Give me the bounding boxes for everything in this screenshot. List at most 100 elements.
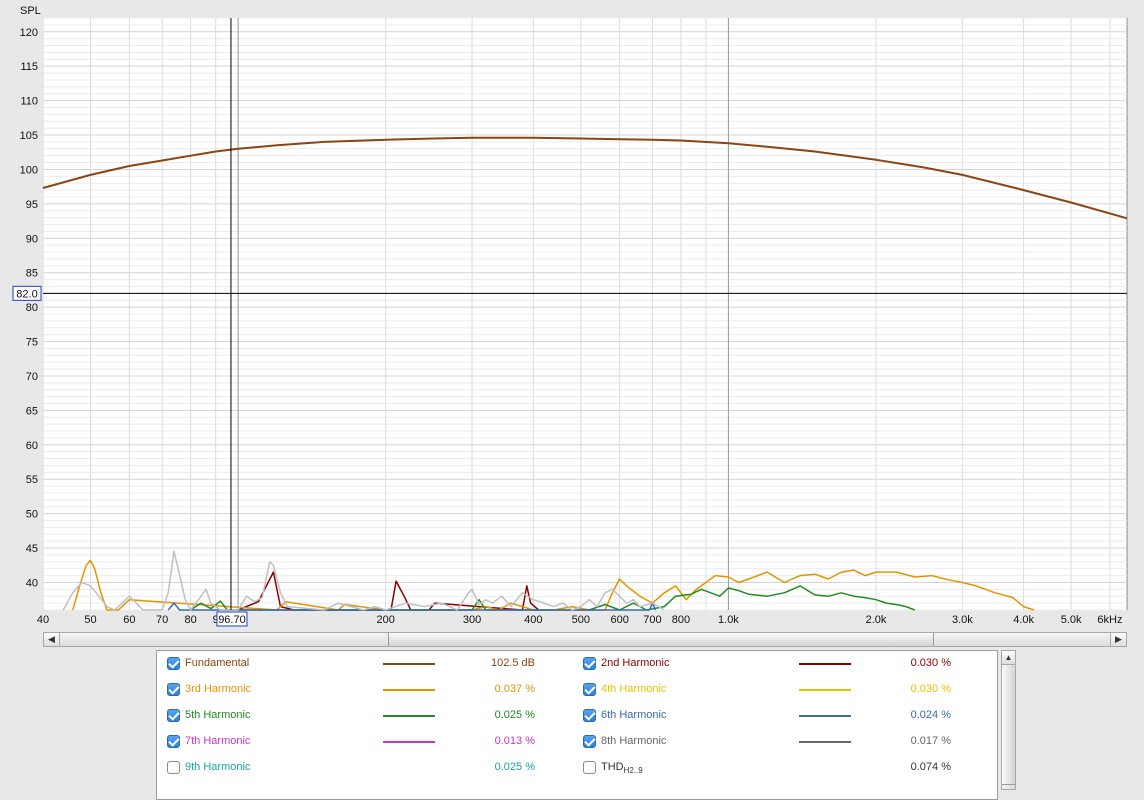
- legend-value-7th-harmonic: 0.013 %: [494, 735, 535, 747]
- y-tick-label: 95: [26, 199, 38, 211]
- x-tick-label: 60: [123, 614, 135, 626]
- cursor-x-readout: 96.70: [218, 614, 246, 626]
- y-tick-label: 60: [26, 440, 38, 452]
- legend-row-3rd-harmonic: 3rd Harmonic 0.037 %: [163, 677, 583, 703]
- y-axis-label: SPL: [20, 5, 41, 17]
- x-tick-label: 800: [672, 614, 690, 626]
- legend-row-5th-harmonic: 5th Harmonic 0.025 %: [163, 703, 583, 729]
- legend-vertical-scrollbar[interactable]: ▲: [1001, 650, 1016, 790]
- legend-name-text: 5th Harmonic: [185, 709, 251, 721]
- legend-name-text: 8th Harmonic: [601, 735, 667, 747]
- legend-swatch-fundamental: [383, 663, 435, 665]
- y-tick-label: 45: [26, 543, 38, 555]
- legend-swatch-3rd-harmonic: [383, 689, 435, 691]
- legend-row-6th-harmonic: 6th Harmonic 0.024 %: [579, 703, 997, 729]
- y-tick-label: 110: [20, 96, 38, 108]
- legend-name-text: 6th Harmonic: [601, 709, 667, 721]
- x-tick-label: 50: [84, 614, 96, 626]
- legend-row-fundamental: Fundamental 102.5 dB: [163, 651, 583, 677]
- x-tick-label: 3.0k: [952, 614, 973, 626]
- legend-checkbox-fundamental[interactable]: [167, 657, 180, 670]
- legend-name-text: 7th Harmonic: [185, 735, 251, 747]
- legend-name-text: 3rd Harmonic: [185, 683, 252, 695]
- legend-checkbox-5th-harmonic[interactable]: [167, 709, 180, 722]
- scroll-right-arrow-icon[interactable]: ▶: [1110, 633, 1126, 646]
- legend-row-9th-harmonic: 9th Harmonic 0.025 %: [163, 755, 583, 781]
- y-tick-label: 120: [20, 27, 38, 39]
- y-tick-label: 90: [26, 233, 38, 245]
- legend-checkbox-4th-harmonic[interactable]: [583, 683, 596, 696]
- legend-checkbox-3rd-harmonic[interactable]: [167, 683, 180, 696]
- x-tick-label: 200: [377, 614, 395, 626]
- plot-area[interactable]: 40 45 50 55 60 65 70 75 80 85 90 95 100 105 110 115 120 4…: [0, 0, 1144, 630]
- y-tick-label: 85: [26, 268, 38, 280]
- y-tick-label: 80: [26, 302, 38, 314]
- y-tick-label: 50: [26, 509, 38, 521]
- legend-name-text: Fundamental: [185, 657, 250, 669]
- x-tick-label: 70: [156, 614, 168, 626]
- y-tick-label: 70: [26, 371, 38, 383]
- legend-checkbox-2nd-harmonic[interactable]: [583, 657, 596, 670]
- legend-name-5th-harmonic: 5th Harmonic: [185, 709, 250, 721]
- x-tick-label: 500: [572, 614, 590, 626]
- legend-row-4th-harmonic: 4th Harmonic 0.030 %: [579, 677, 997, 703]
- legend-name-thd: THDH2..9: [601, 761, 643, 775]
- legend-checkbox-8th-harmonic[interactable]: [583, 735, 596, 748]
- x-tick-label: 4.0k: [1013, 614, 1034, 626]
- x-tick-label: 600: [610, 614, 628, 626]
- horizontal-scroll-thumb[interactable]: [388, 633, 934, 646]
- legend-name-fundamental: Fundamental: [185, 657, 249, 669]
- legend-checkbox-9th-harmonic[interactable]: [167, 761, 180, 774]
- legend-name-text: 2nd Harmonic: [601, 657, 670, 669]
- x-tick-label: 5.0k: [1061, 614, 1082, 626]
- legend-value-thd: 0.074 %: [910, 761, 951, 773]
- legend-value-2nd-harmonic: 0.030 %: [910, 657, 951, 669]
- legend-name-text: 4th Harmonic: [601, 683, 667, 695]
- x-tick-label: 700: [643, 614, 661, 626]
- legend-swatch-2nd-harmonic: [799, 663, 851, 665]
- cursor-y-readout: 82.0: [16, 288, 37, 300]
- legend-checkbox-7th-harmonic[interactable]: [167, 735, 180, 748]
- legend-row-8th-harmonic: 8th Harmonic 0.017 %: [579, 729, 997, 755]
- legend-panel: Fundamental 102.5 dB 2nd Harmonic 0.030 % 3r…: [156, 650, 998, 800]
- legend-value-5th-harmonic: 0.025 %: [494, 709, 535, 721]
- legend-name-text: 9th Harmonic: [185, 761, 251, 773]
- legend-row-thd: THDH2..9 0.074 %: [579, 755, 997, 781]
- legend-name-9th-harmonic: 9th Harmonic: [185, 761, 250, 773]
- y-tick-label: 75: [26, 337, 38, 349]
- legend-swatch-4th-harmonic: [799, 689, 851, 691]
- legend-swatch-8th-harmonic: [799, 741, 851, 743]
- legend-checkbox-6th-harmonic[interactable]: [583, 709, 596, 722]
- scroll-left-arrow-icon[interactable]: ◀: [44, 633, 60, 646]
- x-tick-label: 6kHz: [1097, 614, 1122, 626]
- legend-name-3rd-harmonic: 3rd Harmonic: [185, 683, 251, 695]
- legend-value-9th-harmonic: 0.025 %: [494, 761, 535, 773]
- legend-value-4th-harmonic: 0.030 %: [910, 683, 951, 695]
- x-tick-label: 2.0k: [866, 614, 887, 626]
- y-tick-label: 115: [20, 61, 38, 73]
- legend-checkbox-thd[interactable]: [583, 761, 596, 774]
- x-tick-label: 300: [463, 614, 481, 626]
- y-tick-label: 55: [26, 474, 38, 486]
- y-tick-label: 40: [26, 577, 38, 589]
- vertical-scroll-thumb[interactable]: [1002, 665, 1015, 785]
- x-tick-label: 40: [37, 614, 49, 626]
- y-tick-label: 65: [26, 405, 38, 417]
- harmonic-distortion-chart[interactable]: 40 45 50 55 60 65 70 75 80 85 90 95 100 105 110 115 120 4…: [0, 0, 1144, 630]
- x-tick-label: 1.0k: [718, 614, 739, 626]
- legend-swatch-6th-harmonic: [799, 715, 851, 717]
- legend-value-fundamental: 102.5 dB: [490, 657, 535, 669]
- legend-name-6th-harmonic: 6th Harmonic: [601, 709, 666, 721]
- legend-swatch-5th-harmonic: [383, 715, 435, 717]
- legend-name-subscript: H2..9: [623, 766, 643, 776]
- legend-name-8th-harmonic: 8th Harmonic: [601, 735, 666, 747]
- scroll-up-arrow-icon[interactable]: ▲: [1002, 651, 1015, 665]
- legend-value-8th-harmonic: 0.017 %: [910, 735, 951, 747]
- x-tick-label: 400: [524, 614, 542, 626]
- legend-name-7th-harmonic: 7th Harmonic: [185, 735, 250, 747]
- horizontal-scrollbar[interactable]: ◀ ▶: [43, 632, 1127, 647]
- legend-value-3rd-harmonic: 0.037 %: [494, 683, 535, 695]
- y-tick-label: 100: [20, 164, 38, 176]
- x-tick-label: 80: [184, 614, 196, 626]
- legend-value-6th-harmonic: 0.024 %: [910, 709, 951, 721]
